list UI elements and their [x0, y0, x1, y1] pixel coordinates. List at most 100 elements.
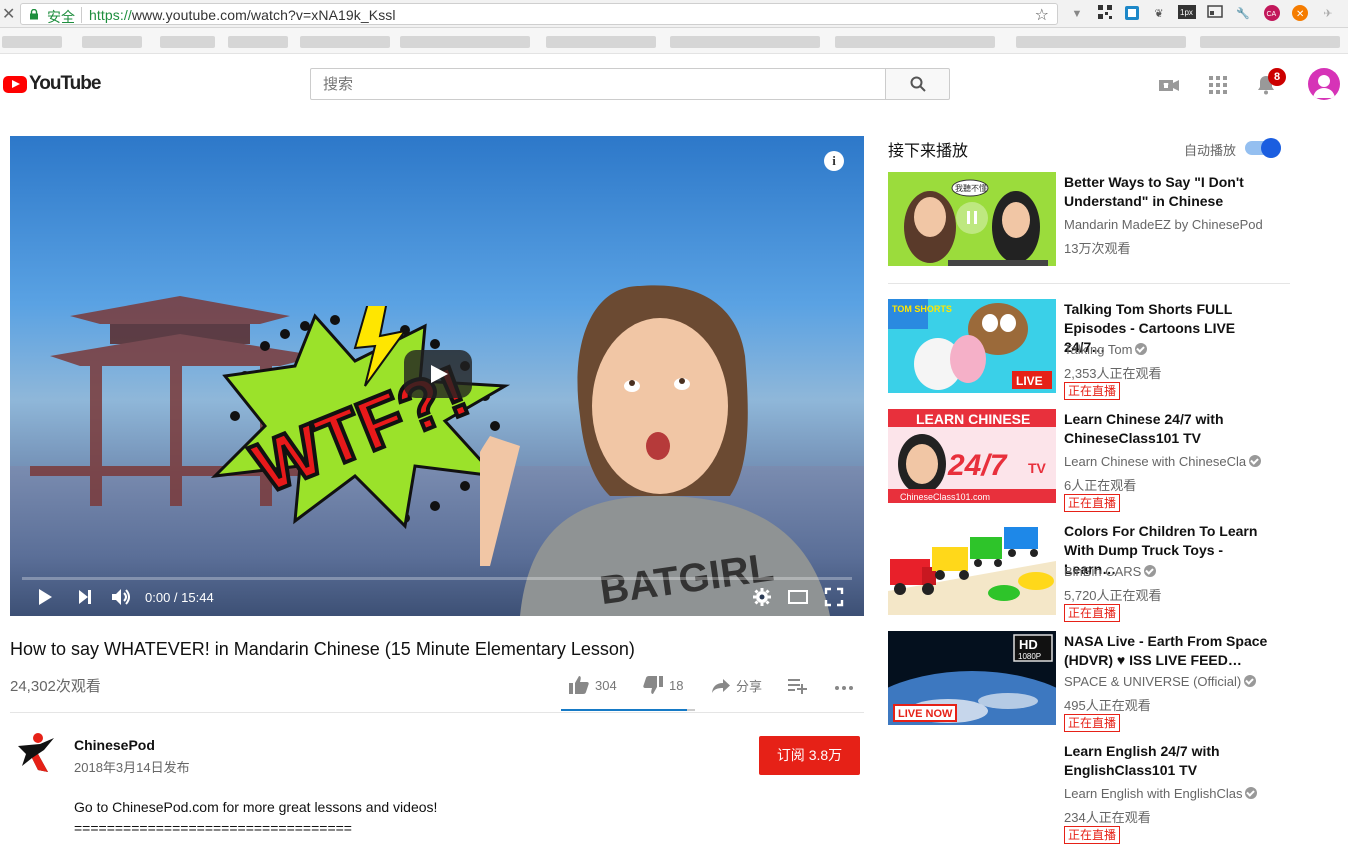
recommendation-item[interactable]: TOM SHORTS LIVE Talking Tom Shorts FULL …	[888, 299, 1308, 403]
recommendation-item[interactable]: Learn English 24/7 with EnglishClass101 …	[888, 741, 1308, 848]
upload-video-icon[interactable]	[1158, 74, 1180, 96]
extension-wrench-icon[interactable]: 🔧	[1234, 5, 1252, 23]
live-badge: 正在直播	[1064, 826, 1121, 844]
recommendation-title[interactable]: Better Ways to Say "I Don't Understand" …	[1064, 173, 1274, 211]
more-actions-icon[interactable]	[834, 685, 854, 691]
apps-grid-icon[interactable]	[1207, 74, 1229, 96]
extension-square-icon[interactable]	[1123, 5, 1141, 23]
video-player[interactable]: WTF?! BATGIRL i 0:00 / 15:44	[10, 136, 864, 616]
presenter-illustration: BATGIRL	[480, 285, 830, 616]
bookmark-item[interactable]	[400, 36, 530, 48]
video-thumbnail[interactable]	[888, 521, 1056, 615]
recommendation-meta: 6人正在观看	[1064, 478, 1137, 493]
share-label: 分享	[736, 679, 763, 694]
recommendation-title[interactable]: Learn English 24/7 with EnglishClass101 …	[1064, 742, 1274, 780]
recommendation-item[interactable]: LEARN CHINESE 24/7 TV ChineseClass101.co…	[888, 409, 1308, 513]
bookmark-item[interactable]	[228, 36, 288, 48]
volume-icon[interactable]	[110, 587, 132, 607]
live-badge: 正在直播	[1064, 714, 1121, 732]
bookmark-item[interactable]	[300, 36, 390, 48]
bookmark-item[interactable]	[1200, 36, 1340, 48]
bookmark-item[interactable]	[546, 36, 656, 48]
video-description: Go to ChinesePod.com for more great less…	[74, 797, 437, 839]
recommendation-item[interactable]: 我聽不懂 Better Ways to Say "I Don't Underst…	[888, 172, 1308, 272]
bookmark-item[interactable]	[82, 36, 142, 48]
search-input[interactable]	[310, 68, 886, 100]
search-button[interactable]	[885, 68, 950, 100]
chinesepod-logo[interactable]	[14, 732, 56, 774]
address-bar[interactable]: 安全 https://www.youtube.com/watch?v=xNA19…	[20, 3, 1058, 25]
sentiment-bar	[561, 709, 695, 711]
youtube-logo[interactable]: YouTube	[3, 73, 101, 95]
bookmark-item[interactable]	[835, 36, 995, 48]
svg-text:✕: ✕	[1296, 9, 1304, 20]
bookmark-item[interactable]	[670, 36, 820, 48]
avatar-person-icon	[1313, 75, 1335, 98]
info-icon[interactable]: i	[824, 151, 844, 171]
extension-bird-icon[interactable]: ✈	[1319, 5, 1337, 23]
up-next-heading: 接下来播放	[888, 143, 969, 160]
progress-bar[interactable]	[22, 577, 852, 580]
thumbs-down-icon	[643, 676, 663, 694]
verified-check-icon	[1244, 675, 1257, 687]
thumbs-up-icon	[569, 676, 589, 694]
recommendation-title[interactable]: Learn Chinese 24/7 with ChineseClass101 …	[1064, 410, 1274, 448]
subscribe-button[interactable]: 订阅 3.8万	[759, 736, 860, 775]
url-scheme: https://	[89, 7, 132, 23]
account-avatar[interactable]	[1308, 68, 1340, 100]
recommendation-title[interactable]: NASA Live - Earth From Space (HDVR) ♥ IS…	[1064, 632, 1274, 670]
publish-date: 2018年3月14日发布	[74, 760, 190, 775]
theater-mode-icon[interactable]	[787, 587, 809, 607]
toggle-knob	[1261, 138, 1281, 158]
channel-name[interactable]: ChinesePod	[74, 737, 155, 753]
description-line: ==================================	[74, 820, 352, 836]
extension-qr-icon[interactable]	[1096, 5, 1114, 23]
play-icon[interactable]	[36, 587, 54, 607]
thumbnail-text: 我聽不懂	[955, 183, 987, 193]
extension-cast-icon[interactable]	[1206, 5, 1224, 23]
recommendation-meta: 495人正在观看	[1064, 698, 1151, 713]
url-text[interactable]: https://www.youtube.com/watch?v=xNA19k_K…	[89, 7, 396, 23]
add-to-playlist-icon[interactable]	[788, 678, 808, 694]
video-thumbnail[interactable]: LEARN CHINESE 24/7 TV ChineseClass101.co…	[888, 409, 1056, 503]
share-arrow-icon	[712, 678, 730, 693]
bookmark-star-icon[interactable]: ☆	[1035, 5, 1049, 25]
video-thumbnail[interactable]: HD 1080P LIVE NOW	[888, 631, 1056, 725]
verified-check-icon	[1245, 787, 1258, 799]
bookmark-item[interactable]	[1016, 36, 1186, 48]
recommendation-channel: SPACE & UNIVERSE (Official)	[1064, 674, 1257, 689]
browser-toolbar: ✕ 安全 https://www.youtube.com/watch?v=xNA…	[0, 0, 1348, 28]
fullscreen-icon[interactable]	[824, 587, 844, 607]
video-thumbnail[interactable]: TOM SHORTS LIVE	[888, 299, 1056, 393]
channel-label: Learn Chinese with ChineseCla	[1064, 454, 1247, 469]
notification-badge: 8	[1268, 68, 1286, 86]
extension-evernote-icon[interactable]: ❦	[1150, 5, 1168, 23]
like-button[interactable]: 304	[569, 676, 617, 694]
bookmark-item[interactable]	[2, 36, 62, 48]
extension-ca-icon[interactable]: CA	[1263, 5, 1281, 23]
autoplay-toggle[interactable]	[1245, 138, 1281, 158]
thumbnail-hd-text: HD	[1019, 637, 1038, 652]
extension-orange-icon[interactable]: ✕	[1291, 5, 1309, 23]
channel-label: Talking Tom	[1064, 342, 1133, 357]
youtube-play-logo-icon	[3, 75, 27, 93]
next-icon[interactable]	[76, 587, 94, 607]
share-button[interactable]: 分享	[712, 676, 762, 695]
big-play-button[interactable]	[404, 350, 472, 398]
extension-1px-icon[interactable]: 1px	[1178, 5, 1196, 23]
svg-text:CA: CA	[1267, 11, 1277, 18]
extension-vue-icon[interactable]: ▼	[1068, 5, 1086, 23]
time-display: 0:00 / 15:44	[145, 590, 214, 605]
channel-label: SPACE & UNIVERSE (Official)	[1064, 674, 1242, 689]
dislike-button[interactable]: 18	[643, 676, 683, 694]
bookmark-item[interactable]	[160, 36, 215, 48]
recommendation-channel: Learn English with EnglishClas	[1064, 786, 1258, 801]
recommendation-item[interactable]: Colors For Children To Learn With Dump T…	[888, 521, 1308, 625]
live-badge: 正在直播	[1064, 494, 1121, 512]
settings-gear-icon[interactable]	[752, 587, 772, 607]
close-icon[interactable]: ✕	[2, 4, 15, 24]
recommendation-item[interactable]: HD 1080P LIVE NOW NASA Live - Earth From…	[888, 631, 1308, 735]
thumbnail-site-text: ChineseClass101.com	[900, 492, 990, 502]
live-badge: 正在直播	[1064, 382, 1121, 400]
video-thumbnail[interactable]: 我聽不懂	[888, 172, 1056, 266]
